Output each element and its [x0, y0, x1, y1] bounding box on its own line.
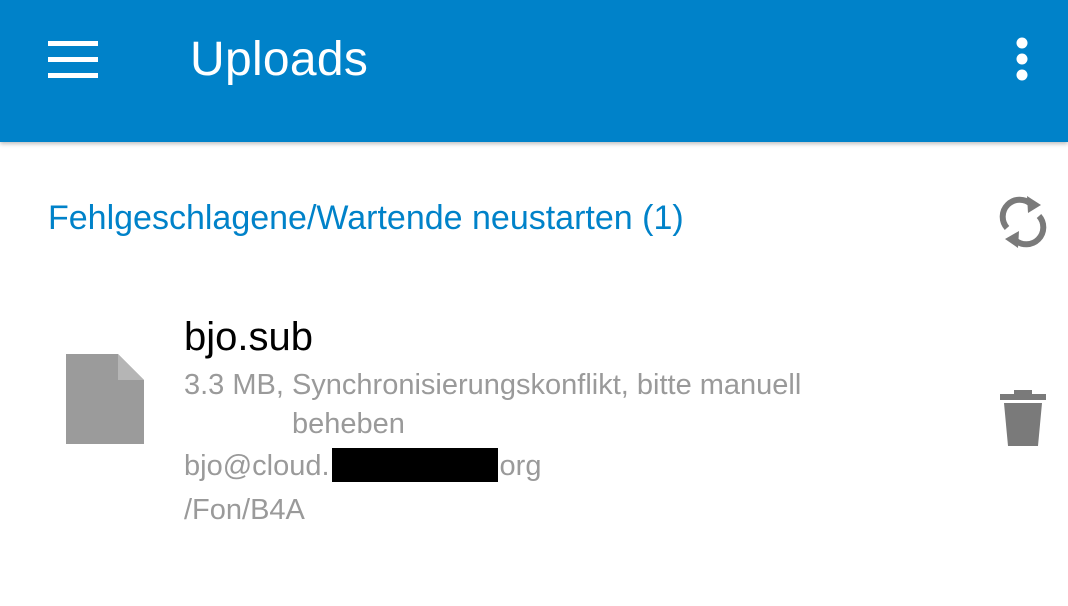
trash-icon: [1000, 390, 1046, 446]
retry-failed-uploads-link[interactable]: Fehlgeschlagene/Wartende neustarten (1): [48, 198, 684, 238]
generic-file-icon: [64, 352, 146, 446]
redaction-bar: [331, 448, 498, 483]
remote-path: /Fon/B4A: [184, 494, 305, 526]
file-name: bjo.sub: [184, 315, 313, 359]
upload-status: 3.3 MB, Synchronisierungskonflikt, bitte…: [184, 366, 904, 444]
upload-list-item[interactable]: bjo.sub 3.3 MB, Synchronisierungskonflik…: [0, 300, 1068, 540]
file-size: 3.3 MB,: [184, 369, 284, 401]
hamburger-menu-icon: [48, 41, 98, 78]
menu-button[interactable]: [40, 32, 106, 86]
delete-upload-button[interactable]: [992, 386, 1054, 448]
status-message: Synchronisierungskonflikt, bitte manuell…: [291, 369, 802, 440]
page-title: Uploads: [190, 33, 369, 86]
overflow-menu-button[interactable]: [1000, 32, 1044, 88]
account-name: bjo@cloud. org: [184, 448, 541, 484]
account-suffix: org: [499, 450, 542, 482]
section-header: Fehlgeschlagene/Wartende neustarten (1): [0, 168, 1068, 268]
more-vert-icon: [1016, 37, 1028, 81]
account-prefix: bjo@cloud.: [184, 450, 330, 482]
sync-icon: [999, 196, 1047, 248]
app-bar: Uploads: [0, 0, 1068, 142]
refresh-button[interactable]: [995, 192, 1051, 252]
